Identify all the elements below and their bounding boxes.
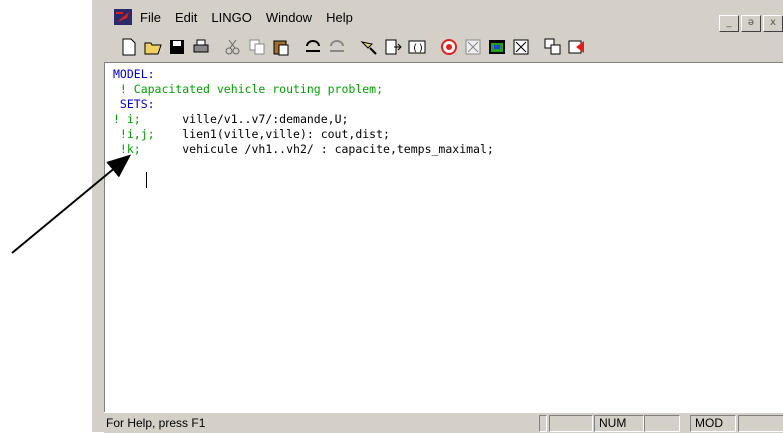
status-panel-blank-4 — [738, 415, 783, 432]
code-comment: ! Capacitated vehicle routing problem; — [113, 82, 384, 96]
code-text: ville/v1..v7/:demande,U; — [140, 112, 349, 126]
goto-line-icon[interactable] — [382, 36, 404, 58]
minimize-button[interactable]: _ — [719, 15, 739, 32]
window-controls: _ ə x — [719, 15, 783, 32]
code-keyword: MODEL: — [113, 67, 155, 81]
matrix-picture-icon[interactable] — [486, 36, 508, 58]
menu-help[interactable]: Help — [326, 10, 353, 25]
cut-icon[interactable] — [222, 36, 244, 58]
tile-icon[interactable] — [542, 36, 564, 58]
status-panel-blank-2 — [549, 415, 593, 432]
code-text: vehicule /vh1..vh2/ : capacite,temps_max… — [140, 142, 494, 156]
close-button[interactable]: x — [763, 15, 783, 32]
menu-bar: File Edit LINGO Window Help _ ə x — [92, 6, 783, 32]
status-bar: For Help, press F1 NUM MOD — [104, 412, 783, 433]
code-line: ! i; ville/v1..v7/:demande,U; — [113, 112, 494, 127]
copy-icon[interactable] — [246, 36, 268, 58]
paste-icon[interactable] — [270, 36, 292, 58]
code-keyword: SETS: — [113, 97, 155, 111]
code-line: !k; vehicule /vh1..vh2/ : capacite,temps… — [113, 142, 494, 157]
match-paren-icon[interactable]: () — [406, 36, 428, 58]
save-icon[interactable] — [166, 36, 188, 58]
code-comment: ! i; — [113, 112, 141, 126]
code-text: lien1(ville,ville): cout,dist; — [154, 127, 390, 141]
status-num: NUM — [594, 415, 644, 432]
status-mod: MOD — [690, 415, 736, 432]
solution-icon[interactable] — [462, 36, 484, 58]
status-panel-blank-1 — [539, 415, 547, 432]
menu-lingo[interactable]: LINGO — [211, 10, 251, 25]
menu-file[interactable]: File — [140, 10, 161, 25]
code-comment: !k; — [113, 142, 141, 156]
code-line: !i,j; lien1(ville,ville): cout,dist; — [113, 127, 494, 142]
status-help-text: For Help, press F1 — [106, 416, 206, 430]
undo-icon[interactable] — [302, 36, 324, 58]
restore-button[interactable]: ə — [741, 15, 761, 32]
code-line: MODEL: — [113, 67, 494, 82]
code-line: SETS: — [113, 97, 494, 112]
code-line: ! Capacitated vehicle routing problem; — [113, 82, 494, 97]
toolbar: () — [92, 34, 783, 60]
close-all-icon[interactable] — [510, 36, 532, 58]
open-icon[interactable] — [142, 36, 164, 58]
new-icon[interactable] — [118, 36, 140, 58]
model-editor[interactable]: MODEL: ! Capacitated vehicle routing pro… — [104, 62, 783, 413]
solve-icon[interactable] — [438, 36, 460, 58]
lingo-app-icon[interactable] — [114, 9, 132, 25]
status-panel-blank-3 — [644, 415, 680, 432]
code-comment: !i,j; — [113, 127, 155, 141]
menu-window[interactable]: Window — [266, 10, 312, 25]
text-caret — [146, 172, 147, 188]
options-icon[interactable] — [566, 36, 588, 58]
redo-icon[interactable] — [326, 36, 348, 58]
find-icon[interactable] — [358, 36, 380, 58]
print-icon[interactable] — [190, 36, 212, 58]
model-code: MODEL: ! Capacitated vehicle routing pro… — [113, 67, 494, 157]
svg-text:(): () — [412, 43, 424, 54]
menu-edit[interactable]: Edit — [175, 10, 197, 25]
